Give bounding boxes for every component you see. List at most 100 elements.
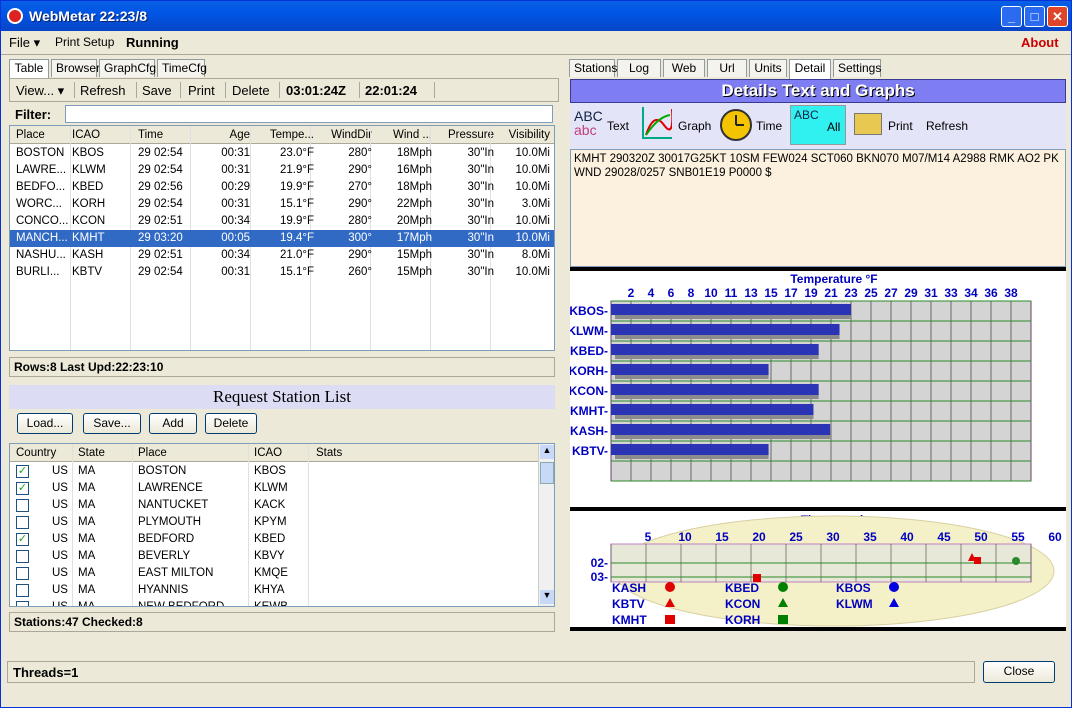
station-row[interactable]: US MA BEVERLY KBVY: [10, 548, 536, 565]
tab-settings[interactable]: Settings: [833, 59, 881, 77]
station-icao: KACK: [254, 499, 286, 511]
tab-graphcfg[interactable]: GraphCfg: [99, 59, 156, 77]
filter-input[interactable]: [65, 105, 553, 123]
temp-tick: 31: [924, 286, 938, 300]
station-row[interactable]: ✓ US MA BEDFORD KBED: [10, 531, 536, 548]
station-checkbox[interactable]: ✓: [16, 533, 29, 546]
station-row[interactable]: US MA EAST MILTON KMQE: [10, 565, 536, 582]
table-row[interactable]: MANCH... KMHT 29 03:20 00:05 19.4°F 300° 17Mph…: [10, 230, 554, 247]
column-header[interactable]: Age: [196, 129, 250, 141]
all-tool-button[interactable]: ABC All: [790, 105, 846, 145]
tab-browser[interactable]: Browser: [51, 59, 100, 77]
column-header[interactable]: State: [78, 447, 105, 459]
station-row[interactable]: US MA NANTUCKET KACK: [10, 497, 536, 514]
delete-station-button[interactable]: Delete: [205, 413, 257, 434]
save-button[interactable]: Save: [142, 83, 172, 98]
title-bar[interactable]: WebMetar 22:23/8 _ □ ✕: [1, 1, 1071, 31]
delete-button[interactable]: Delete: [232, 83, 270, 98]
station-row[interactable]: US MA NEW BEDFORD KEWB: [10, 599, 536, 607]
tab-log[interactable]: Log: [617, 59, 661, 77]
table-cell: 30"In: [467, 181, 494, 193]
graph-tool[interactable]: Graph: [678, 119, 711, 133]
print-setup-menu[interactable]: Print Setup: [55, 35, 114, 49]
time-tick: 60: [1048, 530, 1062, 544]
time-tick: 25: [789, 530, 803, 544]
table-cell: 17Mph: [396, 232, 432, 244]
time-tool[interactable]: Time: [756, 119, 782, 133]
station-checkbox[interactable]: [16, 584, 29, 597]
table-row[interactable]: LAWRE... KLWM 29 02:54 00:31 21.9°F 290° 16Mph…: [10, 162, 554, 179]
column-header[interactable]: WindDir: [316, 129, 372, 141]
scroll-down-arrow[interactable]: ▼: [540, 590, 554, 604]
table-cell: 19.9°F: [279, 181, 314, 193]
add-button[interactable]: Add: [149, 413, 197, 434]
table-row[interactable]: BURLI... KBTV 29 02:54 00:31 15.1°F 260° 15Mph…: [10, 264, 554, 281]
table-row[interactable]: BEDFO... KBED 29 02:56 00:29 19.9°F 270° 18Mph…: [10, 179, 554, 196]
column-header[interactable]: Country: [16, 447, 56, 459]
column-header[interactable]: Visibility: [498, 129, 550, 141]
table-cell: BOSTON: [16, 147, 65, 159]
running-menu[interactable]: Running: [126, 35, 179, 50]
station-checkbox[interactable]: [16, 499, 29, 512]
scroll-up-arrow[interactable]: ▲: [540, 445, 554, 459]
tab-timecfg[interactable]: TimeCfg: [157, 59, 207, 77]
metar-text[interactable]: KMHT 290320Z 30017G25KT 10SM FEW024 SCT0…: [570, 149, 1066, 267]
column-header[interactable]: Time: [138, 129, 163, 141]
table-row[interactable]: WORC... KORH 29 02:54 00:31 15.1°F 290° 22Mph 3…: [10, 196, 554, 213]
table-row[interactable]: CONCO... KCON 29 02:51 00:34 19.9°F 280° 20Mph…: [10, 213, 554, 230]
save-list-button[interactable]: Save...: [83, 413, 141, 434]
tab-web[interactable]: Web: [663, 59, 705, 77]
maximize-button[interactable]: □: [1024, 6, 1045, 27]
minimize-button[interactable]: _: [1001, 6, 1022, 27]
column-header[interactable]: Wind ...: [376, 129, 432, 141]
station-checkbox[interactable]: [16, 567, 29, 580]
table-row[interactable]: NASHU... KASH 29 02:51 00:34 21.0°F 290° 15Mph…: [10, 247, 554, 264]
temp-bar: [611, 404, 814, 415]
table-row[interactable]: BOSTON KBOS 29 02:54 00:31 23.0°F 280° 18Mph 30…: [10, 145, 554, 162]
text-tool[interactable]: Text: [607, 119, 629, 133]
column-header[interactable]: Place: [16, 129, 45, 141]
close-window-button[interactable]: ✕: [1047, 6, 1068, 27]
print-button[interactable]: Print: [188, 83, 215, 98]
station-scrollbar[interactable]: ▲ ▼: [538, 444, 554, 606]
table-cell: 00:31: [221, 266, 250, 278]
view-menu[interactable]: View... ▾: [16, 83, 64, 99]
time-tick: 40: [900, 530, 914, 544]
table-cell: KBOS: [72, 147, 104, 159]
close-button[interactable]: Close: [983, 661, 1055, 683]
station-checkbox[interactable]: [16, 550, 29, 563]
station-checkbox[interactable]: ✓: [16, 482, 29, 495]
column-header[interactable]: Pressure: [436, 129, 494, 141]
time-graph: Time Graph5101520253035404550556002-03-K…: [570, 511, 1066, 627]
station-checkbox[interactable]: ✓: [16, 465, 29, 478]
refresh-button[interactable]: Refresh: [80, 83, 126, 98]
print-tool[interactable]: Print: [888, 119, 913, 133]
all-tool[interactable]: All: [827, 120, 840, 134]
column-header[interactable]: Place: [138, 447, 167, 459]
tab-detail[interactable]: Detail: [789, 59, 831, 79]
station-checkbox[interactable]: [16, 601, 29, 606]
table-cell: 15.1°F: [279, 266, 314, 278]
station-row[interactable]: ✓ US MA BOSTON KBOS: [10, 463, 536, 480]
column-header[interactable]: Tempe...: [258, 129, 314, 141]
station-icao: KEWB: [254, 601, 288, 607]
scroll-thumb[interactable]: [540, 462, 554, 484]
load-button[interactable]: Load...: [17, 413, 73, 434]
tab-url[interactable]: Url: [707, 59, 747, 77]
station-country: US: [52, 567, 68, 579]
column-header[interactable]: ICAO: [72, 129, 100, 141]
tab-table[interactable]: Table: [9, 59, 49, 79]
column-header[interactable]: Stats: [316, 447, 342, 459]
station-state: MA: [78, 499, 96, 511]
station-row[interactable]: US MA HYANNIS KHYA: [10, 582, 536, 599]
tab-stations[interactable]: Stations: [569, 59, 617, 77]
utc-time: 03:01:24Z: [286, 83, 346, 98]
tab-units[interactable]: Units: [749, 59, 787, 77]
file-menu[interactable]: File ▾: [9, 35, 40, 51]
station-row[interactable]: US MA PLYMOUTH KPYM: [10, 514, 536, 531]
column-header[interactable]: ICAO: [254, 447, 282, 459]
refresh-tool[interactable]: Refresh: [926, 119, 968, 133]
about-menu[interactable]: About: [1021, 35, 1059, 50]
station-checkbox[interactable]: [16, 516, 29, 529]
station-row[interactable]: ✓ US MA LAWRENCE KLWM: [10, 480, 536, 497]
